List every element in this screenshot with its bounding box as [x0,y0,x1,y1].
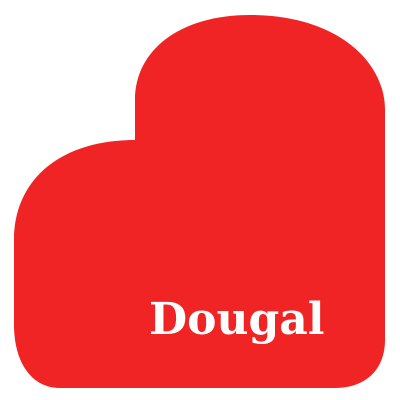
name-heart-image: Dougal [0,0,400,400]
name-text: Dougal [149,294,325,345]
